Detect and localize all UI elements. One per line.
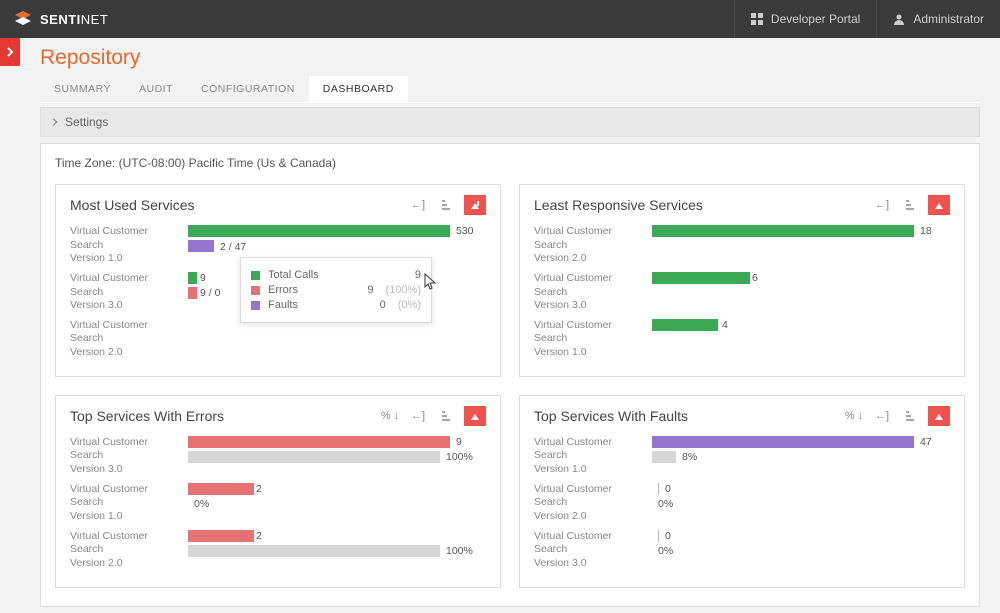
chart-row: Virtual Customer SearchVersion 3.0 6: [534, 272, 950, 313]
legend-swatch-red: [251, 286, 260, 295]
pct-toggle[interactable]: % ↓: [380, 407, 400, 425]
pause-icon[interactable]: [464, 195, 486, 215]
sort-icon[interactable]: [900, 407, 920, 425]
timezone-text: Time Zone: (UTC-08:00) Pacific Time (Us …: [55, 156, 965, 170]
brand-text: SENTINET: [40, 12, 108, 27]
chevron-right-icon: [51, 118, 59, 126]
card-least-responsive: Least Responsive Services ←] Virtual Cus…: [519, 184, 965, 377]
sidebar-toggle[interactable]: [0, 38, 20, 66]
card-title: Top Services With Errors: [70, 408, 224, 424]
brand-logo[interactable]: SENTINET: [0, 11, 108, 27]
sort-icon[interactable]: [436, 407, 456, 425]
developer-portal-link[interactable]: Developer Portal: [734, 0, 876, 38]
settings-label: Settings: [65, 115, 108, 129]
chart-row: Virtual Customer SearchVersion 1.0 2 0%: [70, 483, 486, 524]
card-most-used: Most Used Services ←]: [55, 184, 501, 377]
chart-row: Virtual Customer SearchVersion 3.0 0 0%: [534, 530, 950, 571]
user-menu[interactable]: Administrator: [876, 0, 1000, 38]
chart-row: Virtual Customer SearchVersion 2.0 0 0%: [534, 483, 950, 524]
tab-dashboard[interactable]: DASHBOARD: [309, 76, 408, 102]
legend-swatch-purple: [251, 301, 260, 310]
pause-icon[interactable]: [464, 406, 486, 426]
card-title: Most Used Services: [70, 197, 194, 213]
service-name: Virtual Customer Search Version 3.0: [70, 272, 176, 313]
collapse-icon[interactable]: ←]: [408, 407, 428, 425]
tab-audit[interactable]: AUDIT: [125, 76, 187, 102]
user-label: Administrator: [913, 12, 984, 26]
page-title: Repository: [40, 46, 980, 70]
collapse-icon[interactable]: ←]: [408, 196, 428, 214]
card-top-faults: Top Services With Faults % ↓ ←] Virtual …: [519, 395, 965, 588]
tab-bar: SUMMARY AUDIT CONFIGURATION DASHBOARD: [40, 76, 980, 103]
settings-toggle[interactable]: Settings: [40, 107, 980, 137]
sort-icon[interactable]: [900, 196, 920, 214]
top-bar: SENTINET Developer Portal Administrator: [0, 0, 1000, 38]
user-icon: [893, 13, 905, 25]
errors-faults-label: 9 / 0: [200, 287, 220, 299]
card-title: Least Responsive Services: [534, 197, 703, 213]
dashboard-content: Time Zone: (UTC-08:00) Pacific Time (Us …: [40, 143, 980, 607]
grid-icon: [751, 13, 763, 25]
pause-icon[interactable]: [928, 406, 950, 426]
tab-summary[interactable]: SUMMARY: [40, 76, 125, 102]
chart-tooltip: Total Calls9 Errors9(100%) Faults0(0%): [240, 257, 432, 323]
collapse-icon[interactable]: ←]: [872, 196, 892, 214]
service-name: Virtual Customer Search Version 2.0: [70, 319, 176, 360]
card-title: Top Services With Faults: [534, 408, 688, 424]
pause-icon[interactable]: [928, 195, 950, 215]
pct-toggle[interactable]: % ↓: [844, 407, 864, 425]
chart-row: Virtual Customer SearchVersion 2.0 2 100…: [70, 530, 486, 571]
card-top-errors: Top Services With Errors % ↓ ←] Virtual …: [55, 395, 501, 588]
sort-icon[interactable]: [436, 196, 456, 214]
page: Repository SUMMARY AUDIT CONFIGURATION D…: [20, 38, 1000, 613]
chart-row: Virtual Customer Search Version 2.0: [70, 319, 486, 360]
chart-row: Virtual Customer SearchVersion 1.0 47 8%: [534, 436, 950, 477]
brand-icon: [12, 11, 34, 27]
service-name: Virtual Customer Search Version 1.0: [70, 225, 176, 266]
tab-configuration[interactable]: CONFIGURATION: [187, 76, 309, 102]
collapse-icon[interactable]: ←]: [872, 407, 892, 425]
developer-portal-label: Developer Portal: [771, 12, 860, 26]
legend-swatch-green: [251, 271, 260, 280]
value-label: 9: [200, 272, 206, 284]
chart-row: Virtual Customer SearchVersion 2.0 18: [534, 225, 950, 266]
chart-row: Virtual Customer SearchVersion 1.0 4: [534, 319, 950, 360]
chart-row: Virtual Customer SearchVersion 3.0 9 100…: [70, 436, 486, 477]
chevron-right-icon: [5, 47, 15, 57]
